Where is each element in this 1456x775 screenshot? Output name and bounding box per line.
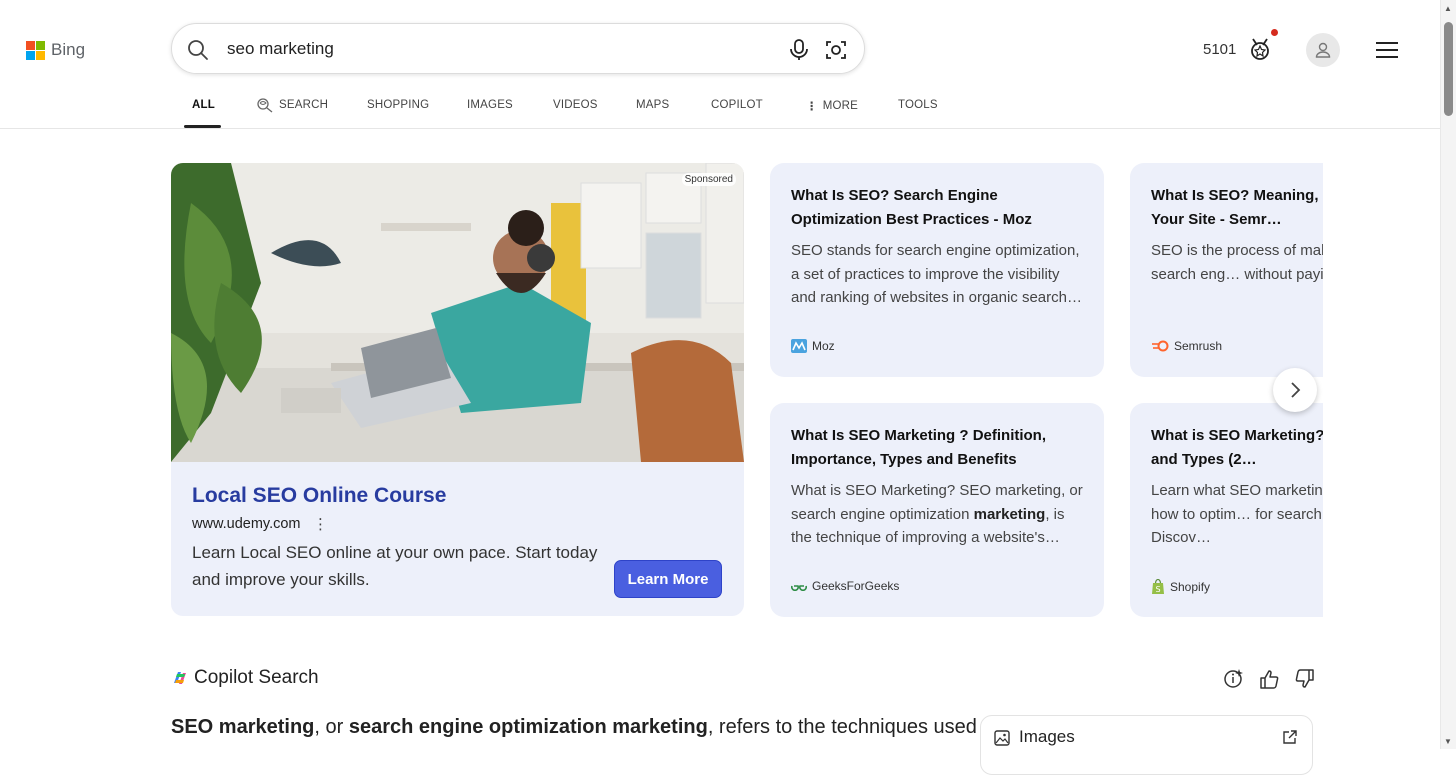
- rewards-points[interactable]: 5101: [1203, 41, 1236, 58]
- tab-search-label: SEARCH: [279, 99, 329, 111]
- result-title[interactable]: What Is SEO? Meaning, Ex… Optimize Your …: [1151, 184, 1323, 231]
- result-snippet: SEO stands for search engine optimizatio…: [791, 242, 1082, 306]
- result-source-name: GeeksForGeeks: [812, 579, 900, 593]
- result-card[interactable]: What Is SEO Marketing ? Definition, Impo…: [770, 403, 1104, 617]
- copilot-answer-text: SEO marketing, or search engine optimiza…: [171, 716, 999, 739]
- tab-search[interactable]: SEARCH: [256, 97, 328, 113]
- answer-text: , refers to the techniques used to: [707, 716, 1000, 738]
- snippet-highlight: marketing: [973, 505, 1046, 523]
- tab-more[interactable]: ⋮ MORE: [806, 99, 858, 113]
- microphone-icon[interactable]: [788, 38, 810, 67]
- top-results-carousel: What Is SEO? Search Engine Optimization …: [770, 163, 1323, 617]
- result-source-name: Moz: [812, 339, 835, 353]
- copilot-heading-text: Copilot Search: [194, 667, 319, 688]
- sparkle-info-icon[interactable]: [1222, 668, 1244, 695]
- active-tab-indicator: [184, 125, 221, 128]
- shopify-logo-icon: S: [1152, 579, 1164, 594]
- tab-more-label: MORE: [822, 100, 859, 112]
- visual-search-icon[interactable]: [824, 38, 848, 67]
- thumbs-down-icon[interactable]: [1294, 668, 1316, 695]
- thumbs-up-icon[interactable]: [1258, 668, 1280, 695]
- tab-tools[interactable]: TOOLS: [898, 99, 938, 111]
- result-source[interactable]: S Shopify: [1151, 579, 1210, 595]
- carousel-next-button[interactable]: [1273, 368, 1317, 412]
- result-snippet: Learn what SEO marketing… matters, and h…: [1151, 482, 1323, 546]
- images-panel[interactable]: Images: [980, 715, 1313, 775]
- svg-text:S: S: [1155, 585, 1160, 594]
- result-snippet: What is SEO Marketing? SEO marketing, or…: [791, 479, 1086, 550]
- scrollbar-thumb[interactable]: [1444, 22, 1453, 116]
- result-source-name: Shopify: [1170, 580, 1211, 594]
- feedback-controls: [1222, 668, 1316, 695]
- bing-logo[interactable]: Bing: [26, 40, 85, 60]
- answer-bold: search engine optimization marketing: [348, 716, 708, 738]
- user-icon: [1315, 42, 1331, 58]
- notification-dot: [1271, 29, 1278, 36]
- search-tabs: ALL SEARCH SHOPPING IMAGES VIDEOS MAPS C…: [0, 92, 1440, 129]
- result-title[interactable]: What Is SEO Marketing ? Definition, Impo…: [791, 424, 1091, 471]
- scroll-down-arrow-icon[interactable]: ▼: [1444, 737, 1452, 746]
- search-icon[interactable]: [186, 38, 210, 67]
- result-card[interactable]: What Is SEO? Meaning, Ex… Optimize Your …: [1130, 163, 1323, 377]
- sponsored-ad-card[interactable]: Sponsored Local SEO Online Course www.ud…: [171, 163, 744, 616]
- result-source[interactable]: GeeksForGeeks: [791, 579, 899, 593]
- ad-image[interactable]: Sponsored: [171, 163, 744, 462]
- copilot-search-icon: [257, 98, 273, 113]
- more-dots-icon: ⋮: [806, 101, 818, 113]
- image-icon: [994, 730, 1010, 751]
- tab-images[interactable]: IMAGES: [467, 99, 513, 111]
- result-source[interactable]: Moz: [791, 339, 835, 353]
- chevron-right-icon: [1291, 382, 1301, 398]
- learn-more-button[interactable]: Learn More: [614, 560, 722, 598]
- scroll-up-arrow-icon[interactable]: ▲: [1444, 4, 1452, 13]
- geeksforgeeks-logo-icon: [791, 585, 807, 591]
- result-snippet: SEO is the process of mak… more visible …: [1151, 242, 1323, 283]
- semrush-logo-icon: [1152, 340, 1169, 352]
- tab-all[interactable]: ALL: [192, 99, 215, 111]
- copilot-logo-icon: [174, 672, 186, 684]
- result-source[interactable]: Semrush: [1151, 339, 1222, 353]
- avatar[interactable]: [1306, 33, 1340, 67]
- search-box[interactable]: seo marketing: [171, 23, 865, 74]
- result-title[interactable]: What Is SEO? Search Engine Optimization …: [791, 184, 1091, 231]
- copilot-search-heading: Copilot Search: [171, 667, 319, 689]
- tab-maps[interactable]: MAPS: [636, 99, 669, 111]
- hamburger-menu-icon[interactable]: [1375, 40, 1399, 65]
- moz-logo-icon: [791, 339, 807, 353]
- logo-text: Bing: [51, 40, 86, 59]
- ad-url[interactable]: www.udemy.com: [192, 516, 301, 532]
- result-title[interactable]: What is SEO Marketing? D… Importance, an…: [1151, 424, 1323, 471]
- tab-videos[interactable]: VIDEOS: [553, 99, 598, 111]
- search-input[interactable]: seo marketing: [227, 39, 334, 59]
- tab-copilot[interactable]: COPILOT: [711, 99, 763, 111]
- result-card[interactable]: What is SEO Marketing? D… Importance, an…: [1130, 403, 1323, 617]
- ad-title-link[interactable]: Local SEO Online Course: [192, 484, 446, 508]
- result-source-name: Semrush: [1174, 339, 1223, 353]
- answer-text: , or: [314, 716, 349, 738]
- ad-description: Learn Local SEO online at your own pace.…: [192, 543, 598, 589]
- microsoft-logo-icon: [26, 40, 45, 60]
- answer-bold: SEO marketing: [171, 716, 315, 738]
- open-external-icon[interactable]: [1282, 729, 1298, 750]
- sponsored-label: Sponsored: [681, 173, 736, 186]
- images-panel-label: Images: [1019, 727, 1075, 746]
- ad-options-icon[interactable]: ⋮: [313, 515, 328, 533]
- tab-shopping[interactable]: SHOPPING: [367, 99, 429, 111]
- rewards-medal-icon[interactable]: [1248, 36, 1272, 67]
- result-card[interactable]: What Is SEO? Search Engine Optimization …: [770, 163, 1104, 377]
